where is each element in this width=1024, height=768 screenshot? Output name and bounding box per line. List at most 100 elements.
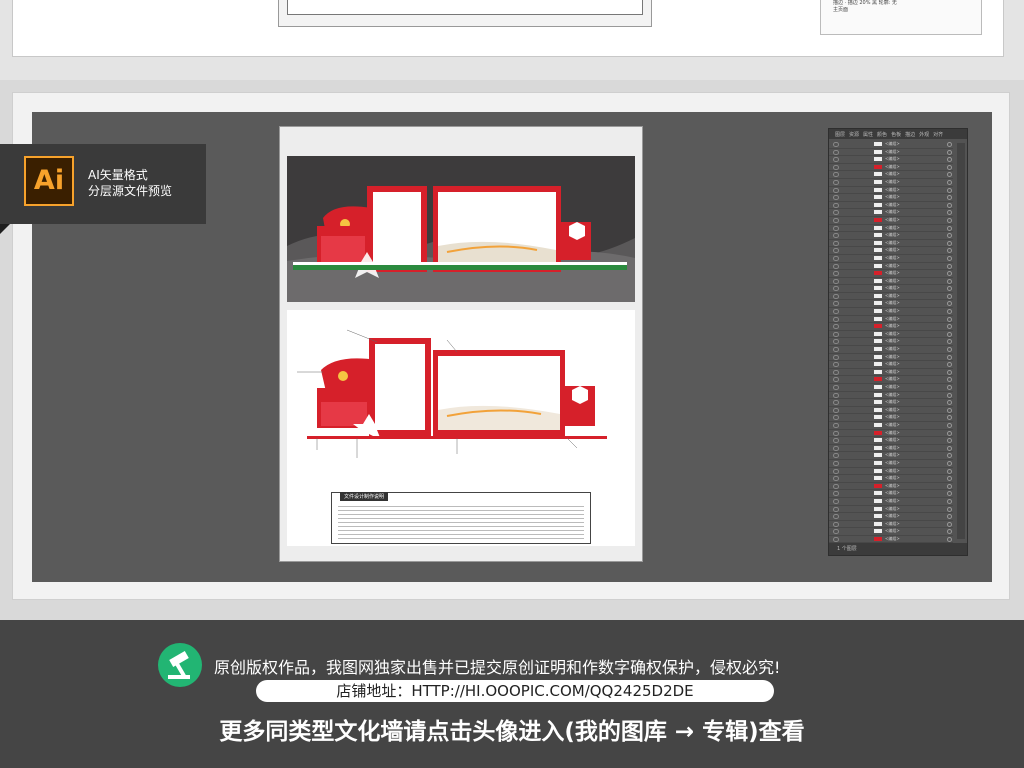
visibility-eye-icon[interactable] [833,255,839,261]
visibility-eye-icon[interactable] [833,468,839,474]
visibility-eye-icon[interactable] [833,536,839,542]
target-circle-icon[interactable] [947,476,952,482]
target-circle-icon[interactable] [947,149,952,155]
layer-row[interactable]: <编组> [829,308,953,316]
target-circle-icon[interactable] [947,255,952,261]
target-circle-icon[interactable] [947,422,952,428]
tab-properties[interactable]: 属性 [863,131,873,138]
layer-row[interactable]: <编组> [829,209,953,217]
visibility-eye-icon[interactable] [833,460,839,466]
target-circle-icon[interactable] [947,529,952,535]
visibility-eye-icon[interactable] [833,217,839,223]
target-circle-icon[interactable] [947,347,952,353]
target-circle-icon[interactable] [947,172,952,178]
target-circle-icon[interactable] [947,521,952,527]
target-circle-icon[interactable] [947,362,952,368]
target-circle-icon[interactable] [947,453,952,459]
visibility-eye-icon[interactable] [833,301,839,307]
visibility-eye-icon[interactable] [833,385,839,390]
layer-row[interactable]: <编组> [829,468,953,476]
target-circle-icon[interactable] [947,506,952,512]
layer-row[interactable]: <编组> [829,285,953,293]
target-circle-icon[interactable] [947,286,952,292]
target-circle-icon[interactable] [947,225,952,231]
tab-appearance[interactable]: 外观 [919,131,929,138]
target-circle-icon[interactable] [947,142,952,147]
target-circle-icon[interactable] [947,498,952,504]
layer-row[interactable]: <编组> [829,255,953,263]
visibility-eye-icon[interactable] [833,324,839,330]
target-circle-icon[interactable] [947,514,952,520]
target-circle-icon[interactable] [947,438,952,444]
layer-row[interactable]: <编组> [829,414,953,422]
visibility-eye-icon[interactable] [833,483,839,489]
layers-panel-tabs[interactable]: 图层 资源 属性 颜色 色板 描边 外观 对齐 [829,129,967,139]
target-circle-icon[interactable] [947,164,952,170]
tab-color[interactable]: 颜色 [877,131,887,138]
tab-align[interactable]: 对齐 [933,131,943,138]
visibility-eye-icon[interactable] [833,149,839,155]
target-circle-icon[interactable] [947,202,952,208]
visibility-eye-icon[interactable] [833,529,839,535]
layer-row[interactable]: <编组> [829,323,953,331]
visibility-eye-icon[interactable] [833,476,839,482]
layer-row[interactable]: <编组> [829,179,953,187]
visibility-eye-icon[interactable] [833,202,839,208]
layer-row[interactable]: <编组> [829,247,953,255]
visibility-eye-icon[interactable] [833,400,839,406]
tab-assets[interactable]: 资源 [849,131,859,138]
visibility-eye-icon[interactable] [833,506,839,512]
layer-row[interactable]: <编组> [829,346,953,354]
layer-row[interactable]: <编组> [829,338,953,347]
layer-row[interactable]: <编组> [829,171,953,179]
visibility-eye-icon[interactable] [833,286,839,292]
target-circle-icon[interactable] [947,210,952,216]
layer-row[interactable]: <编组> [829,141,953,149]
visibility-eye-icon[interactable] [833,263,839,269]
visibility-eye-icon[interactable] [833,316,839,322]
target-circle-icon[interactable] [947,445,952,451]
target-circle-icon[interactable] [947,415,952,421]
target-circle-icon[interactable] [947,316,952,322]
visibility-eye-icon[interactable] [833,415,839,421]
layer-row[interactable]: <编组> [829,513,953,521]
layer-row[interactable]: <编组> [829,475,953,483]
target-circle-icon[interactable] [947,309,952,315]
visibility-eye-icon[interactable] [833,422,839,428]
visibility-eye-icon[interactable] [833,377,839,383]
target-circle-icon[interactable] [947,324,952,330]
visibility-eye-icon[interactable] [833,331,839,337]
layer-row[interactable]: <编组> [829,399,953,407]
layer-row[interactable]: <编组> [829,217,953,225]
tab-layers[interactable]: 图层 [835,131,845,138]
layer-row[interactable]: <编组> [829,506,953,514]
layer-row[interactable]: <编组> [829,437,953,445]
visibility-eye-icon[interactable] [833,142,839,147]
visibility-eye-icon[interactable] [833,225,839,231]
target-circle-icon[interactable] [947,400,952,406]
visibility-eye-icon[interactable] [833,491,839,497]
visibility-eye-icon[interactable] [833,430,839,436]
visibility-eye-icon[interactable] [833,521,839,527]
layer-row[interactable]: <编组> [829,384,953,392]
layers-scrollbar[interactable] [957,143,965,539]
shop-address-pill[interactable]: 店铺地址：HTTP://HI.OOOPIC.COM/QQ2425D2DE [256,680,774,702]
visibility-eye-icon[interactable] [833,438,839,444]
visibility-eye-icon[interactable] [833,278,839,284]
target-circle-icon[interactable] [947,187,952,193]
visibility-eye-icon[interactable] [833,233,839,239]
target-circle-icon[interactable] [947,369,952,375]
visibility-eye-icon[interactable] [833,453,839,459]
visibility-eye-icon[interactable] [833,354,839,360]
target-circle-icon[interactable] [947,339,952,345]
visibility-eye-icon[interactable] [833,195,839,201]
layer-row[interactable]: <编组> [829,156,953,164]
visibility-eye-icon[interactable] [833,271,839,277]
target-circle-icon[interactable] [947,468,952,474]
visibility-eye-icon[interactable] [833,210,839,216]
visibility-eye-icon[interactable] [833,392,839,398]
target-circle-icon[interactable] [947,240,952,246]
tab-stroke[interactable]: 描边 [905,131,915,138]
target-circle-icon[interactable] [947,263,952,269]
target-circle-icon[interactable] [947,271,952,277]
